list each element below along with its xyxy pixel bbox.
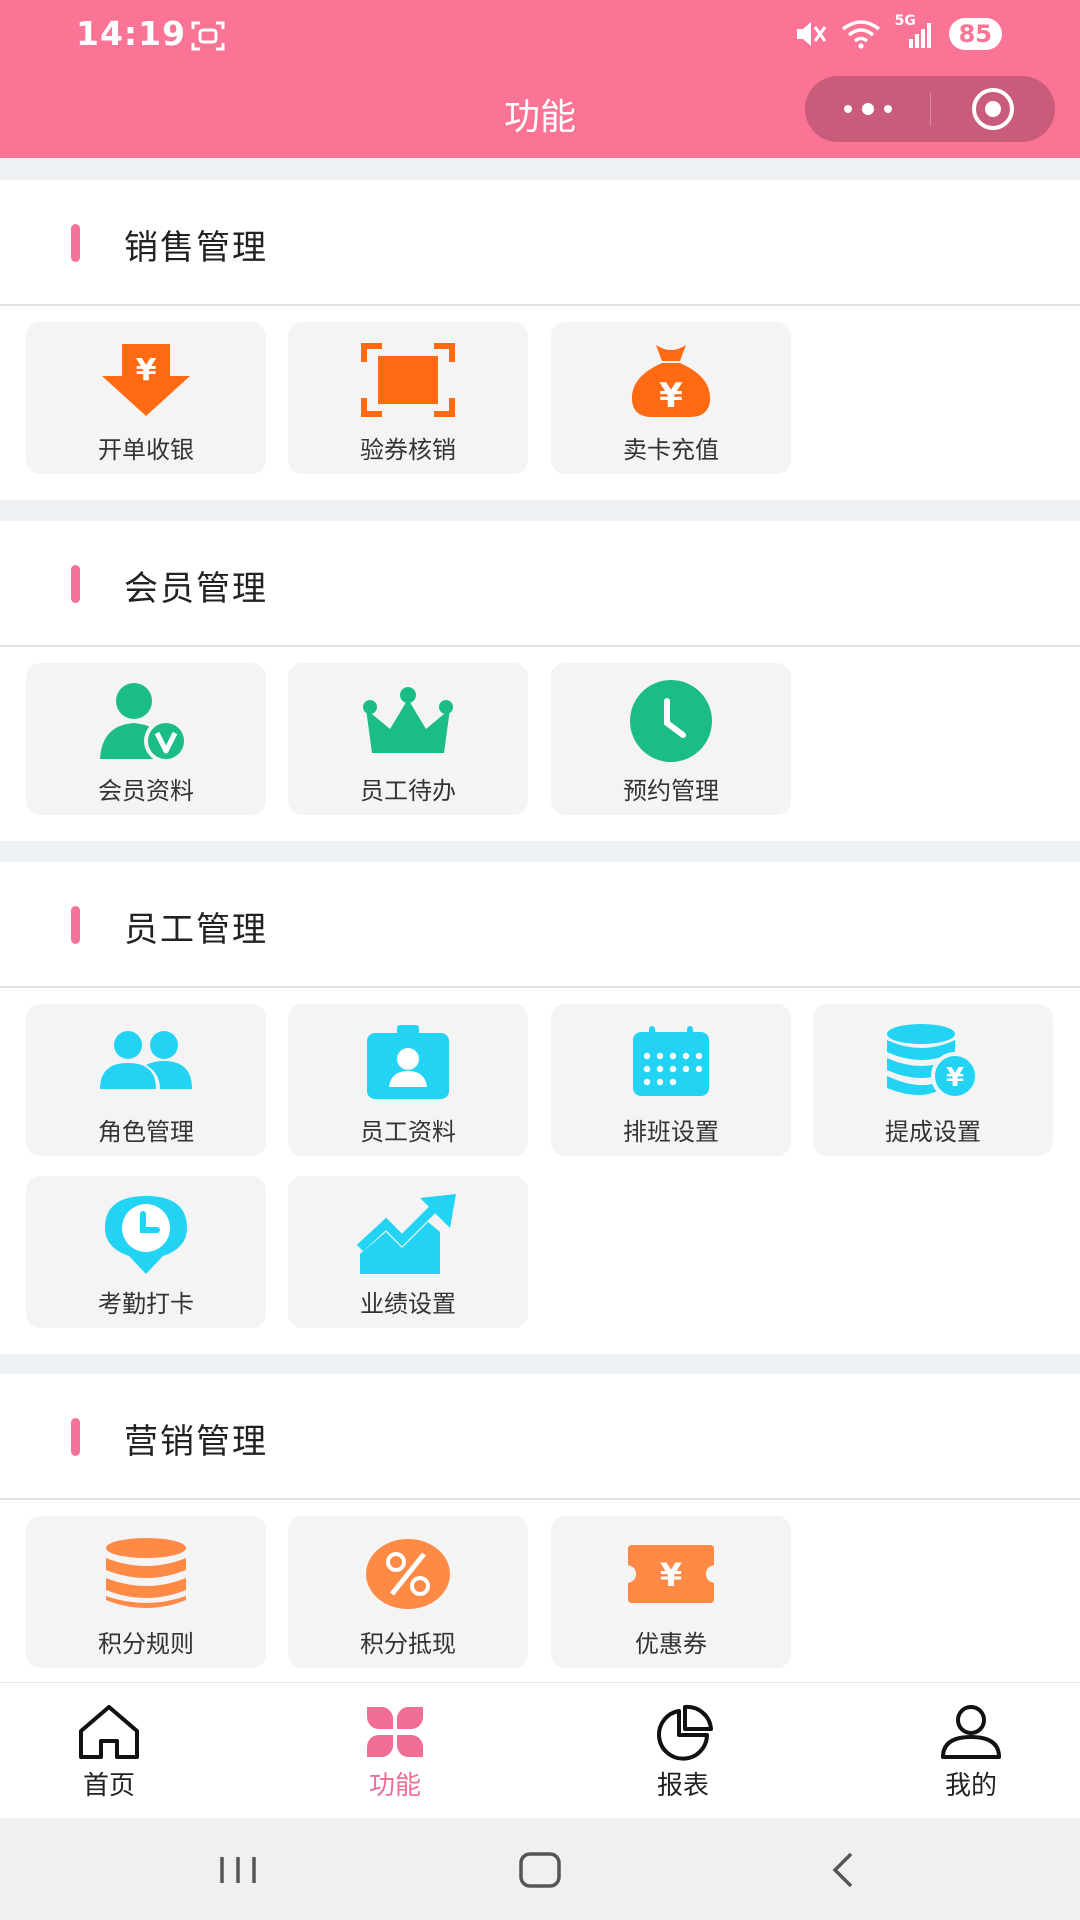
tab-mine[interactable]: 我的 (891, 1683, 1051, 1819)
more-button[interactable] (805, 76, 930, 142)
svg-text:¥: ¥ (136, 353, 157, 388)
tile-points-cash[interactable]: 积分抵现 (288, 1516, 528, 1668)
section-member: 会员管理 会员资料 员工待办 预约管理 (0, 521, 1080, 841)
home-button[interactable] (500, 1842, 580, 1898)
home-square-icon (519, 1852, 561, 1888)
section-accent-bar (71, 224, 80, 262)
section-title: 营销管理 (124, 1422, 268, 1462)
tile-coupon[interactable]: ¥ 优惠券 (551, 1516, 791, 1668)
svg-text:¥: ¥ (660, 1556, 682, 1594)
home-icon (79, 1705, 139, 1759)
tab-label: 报表 (656, 1771, 709, 1801)
tile-shift-schedule[interactable]: 排班设置 (551, 1004, 791, 1156)
grid-icon (367, 1707, 423, 1757)
clock-icon (630, 680, 712, 762)
tile-label: 提成设置 (885, 1118, 981, 1146)
tab-reports[interactable]: 报表 (603, 1683, 763, 1819)
tile-cashier[interactable]: ¥ 开单收银 (26, 322, 266, 474)
section-accent-bar (71, 565, 80, 603)
location-clock-icon (105, 1196, 187, 1274)
tile-role-management[interactable]: 角色管理 (26, 1004, 266, 1156)
mini-program-capsule (805, 76, 1055, 142)
section-accent-bar (71, 1418, 80, 1456)
tile-label: 优惠券 (635, 1630, 707, 1658)
database-icon (106, 1538, 186, 1608)
tile-label: 排班设置 (623, 1118, 719, 1146)
back-chevron-icon (832, 1852, 853, 1888)
tile-label: 考勤打卡 (98, 1290, 194, 1318)
mute-icon (796, 22, 826, 46)
id-card-icon (367, 1025, 449, 1099)
more-dots-icon (843, 103, 892, 115)
tab-home[interactable]: 首页 (29, 1683, 189, 1819)
cashier-arrow-icon: ¥ (102, 344, 190, 416)
section-header: 销售管理 (0, 180, 1080, 306)
tile-verify-coupon[interactable]: 验券核销 (288, 322, 528, 474)
header: 14:19 5G 85 功能 (0, 0, 1080, 158)
calendar-icon (633, 1026, 709, 1096)
tab-label: 首页 (82, 1771, 135, 1801)
section-title: 员工管理 (124, 910, 268, 950)
tile-staff-profile[interactable]: 员工资料 (288, 1004, 528, 1156)
tile-attendance[interactable]: 考勤打卡 (26, 1176, 266, 1328)
users-icon (100, 1031, 192, 1089)
tile-label: 业绩设置 (360, 1290, 456, 1318)
svg-text:¥: ¥ (946, 1063, 964, 1093)
tile-appointment[interactable]: 预约管理 (551, 663, 791, 815)
tile-label: 卖卡充值 (623, 436, 719, 464)
percent-icon (366, 1539, 450, 1609)
back-button[interactable] (802, 1842, 882, 1898)
section-title: 会员管理 (124, 569, 268, 609)
coupon-icon: ¥ (628, 1545, 714, 1603)
vip-user-icon (100, 683, 188, 763)
pie-chart-icon (657, 1704, 713, 1761)
section-sales: 销售管理 ¥ 开单收银 验券核销 ¥ 卖卡充值 (0, 180, 1080, 500)
tile-label: 积分抵现 (360, 1630, 456, 1658)
section-accent-bar (71, 906, 80, 944)
tile-staff-todo[interactable]: 员工待办 (288, 663, 528, 815)
tile-label: 员工待办 (360, 777, 456, 805)
tile-card-recharge[interactable]: ¥ 卖卡充值 (551, 322, 791, 474)
tab-label: 功能 (368, 1771, 421, 1801)
close-target-button[interactable] (930, 76, 1055, 142)
wifi-icon (841, 20, 880, 49)
bottom-tab-bar: 首页 功能 报表 我的 (0, 1682, 1080, 1818)
section-header: 营销管理 (0, 1374, 1080, 1500)
tile-commission[interactable]: ¥ 提成设置 (813, 1004, 1053, 1156)
money-bag-icon: ¥ (631, 345, 711, 417)
tile-member-profile[interactable]: 会员资料 (26, 663, 266, 815)
tile-performance[interactable]: 业绩设置 (288, 1176, 528, 1328)
trend-up-icon (356, 1194, 456, 1274)
section-staff: 员工管理 角色管理 员工资料 排班设置 ¥ 提成设置 考勤打卡 业绩设置 (0, 862, 1080, 1354)
tile-label: 预约管理 (623, 777, 719, 805)
recent-apps-button[interactable] (198, 1842, 278, 1898)
target-icon (971, 88, 1014, 130)
section-marketing: 营销管理 积分规则 积分抵现 ¥ 优惠券 (0, 1374, 1080, 1682)
screenshot-icon (191, 21, 225, 51)
status-bar: 14:19 5G 85 (0, 0, 1080, 72)
user-icon (941, 1705, 1001, 1759)
recent-apps-icon (220, 1857, 256, 1883)
tile-label: 角色管理 (98, 1118, 194, 1146)
battery-level: 85 (948, 18, 1002, 50)
svg-text:¥: ¥ (659, 376, 683, 416)
section-title: 销售管理 (124, 228, 268, 268)
tile-label: 开单收银 (98, 436, 194, 464)
signal-icon: 5G (895, 13, 935, 49)
tile-label: 积分规则 (98, 1630, 194, 1658)
coins-stack-icon: ¥ (887, 1024, 979, 1100)
tile-label: 验券核销 (360, 436, 456, 464)
tab-functions[interactable]: 功能 (315, 1683, 475, 1819)
section-header: 员工管理 (0, 862, 1080, 988)
tab-label: 我的 (944, 1771, 997, 1801)
tile-points-rules[interactable]: 积分规则 (26, 1516, 266, 1668)
scan-square-icon (361, 343, 455, 417)
tile-label: 员工资料 (360, 1118, 456, 1146)
crown-icon (363, 687, 453, 753)
section-header: 会员管理 (0, 521, 1080, 647)
system-nav-bar (0, 1818, 1080, 1920)
tile-label: 会员资料 (98, 777, 194, 805)
status-time: 14:19 (76, 14, 187, 53)
